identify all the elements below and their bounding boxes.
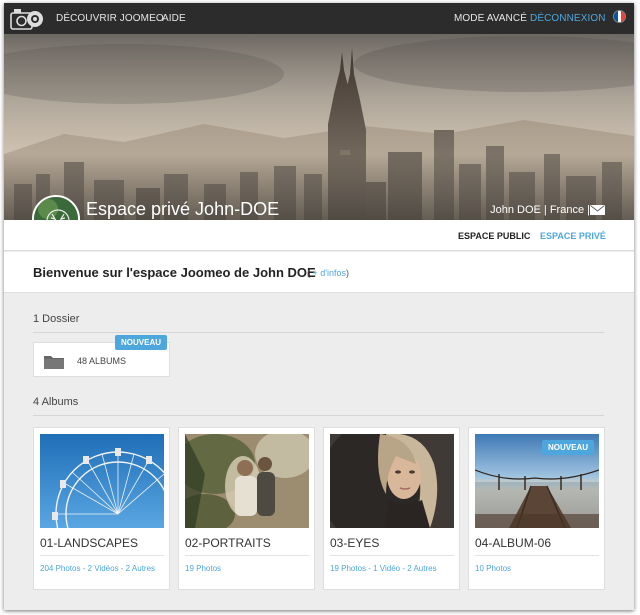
flag-stripe-red [621,11,625,22]
more-info-open-paren: ( [307,268,310,278]
album-meta[interactable]: 204 Photos - 2 Vidéos - 2 Autres [40,563,164,574]
divider [40,555,164,556]
new-badge: NOUVEAU [542,440,595,455]
welcome-heading: Bienvenue sur l'espace Joomeo de John DO… [33,265,316,280]
divider [330,555,454,556]
nav-help-link[interactable]: AIDE [162,13,186,24]
album-thumbnail[interactable] [40,434,164,528]
joomeo-logo-icon[interactable] [10,7,44,31]
top-nav: DÉCOUVRIR JOOMEO AIDE MODE AVANCÉ DÉCONN… [4,3,634,34]
couple-portrait-image [185,434,309,528]
folder-icon [44,356,64,369]
album-name[interactable]: 03-EYES [330,536,379,550]
tab-public-space[interactable]: ESPACE PUBLIC [458,231,530,241]
nav-discover-link[interactable]: DÉCOUVRIR JOOMEO [56,13,164,24]
more-info-link[interactable]: + d'infos [313,268,347,278]
albums-section-title: 4 Albums [33,396,79,408]
mail-icon[interactable] [590,205,605,215]
divider [475,555,599,556]
album-name[interactable]: 04-ALBUM-06 [475,536,551,550]
welcome-bar: Bienvenue sur l'espace Joomeo de John DO… [4,252,634,293]
woman-portrait-image [330,434,454,528]
owner-info: John DOE | France | [490,204,590,216]
album-card-landscapes[interactable]: 01-LANDSCAPES 204 Photos - 2 Vidéos - 2 … [33,427,170,590]
city-skyline-image [4,34,634,220]
folder-label: 48 ALBUMS [77,356,127,366]
album-meta[interactable]: 19 Photos - 1 Vidéo - 2 Autres [330,563,454,574]
album-meta[interactable]: 19 Photos [185,563,309,574]
more-info-close-paren: ) [346,268,350,278]
divider [33,415,604,416]
tab-private-space[interactable]: ESPACE PRIVÉ [540,231,606,241]
new-badge: NOUVEAU [115,335,168,350]
more-info: ( + d'infos) [307,268,349,278]
album-card-portraits[interactable]: 02-PORTRAITS 19 Photos [178,427,315,590]
divider [185,555,309,556]
album-name[interactable]: 02-PORTRAITS [185,536,271,550]
album-thumbnail[interactable] [185,434,309,528]
nav-logout-link[interactable]: DÉCONNEXION [530,13,606,24]
folders-section-title: 1 Dossier [33,313,80,325]
album-meta[interactable]: 10 Photos [475,563,599,574]
space-tabs: ESPACE PUBLIC ESPACE PRIVÉ [4,220,634,251]
nav-advanced-mode-link[interactable]: MODE AVANCÉ [454,13,527,24]
album-card-eyes[interactable]: 03-EYES 19 Photos - 1 Vidéo - 2 Autres [323,427,460,590]
ferris-wheel-image [40,434,164,528]
divider [33,332,604,333]
cover-banner [4,34,634,220]
album-name[interactable]: 01-LANDSCAPES [40,536,138,550]
browser-frame: DÉCOUVRIR JOOMEO AIDE MODE AVANCÉ DÉCONN… [4,3,634,610]
french-flag-icon[interactable] [613,10,626,23]
space-title: Espace privé John-DOE [86,199,280,219]
album-thumbnail[interactable] [330,434,454,528]
